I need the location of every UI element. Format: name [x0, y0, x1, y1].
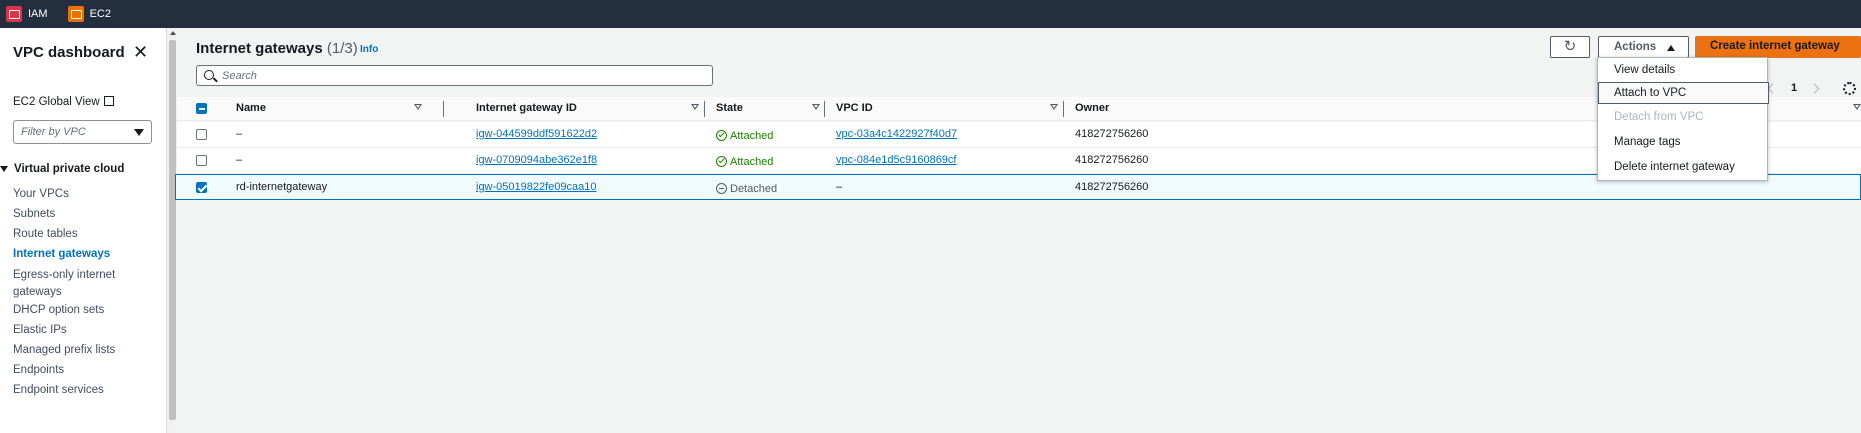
sidebar-item-egress-only-internet-gateways[interactable]: Egress-only internet gateways [13, 267, 123, 301]
row-checkbox[interactable] [196, 155, 207, 166]
sort-icon[interactable] [1853, 104, 1861, 110]
sidebar-section-label: Virtual private cloud [14, 163, 125, 175]
page-title: Internet gateways (1/3) [196, 40, 358, 57]
column-divider[interactable] [1063, 101, 1064, 117]
scrollbar-thumb[interactable] [169, 40, 176, 420]
sidebar-scrollbar[interactable] [167, 28, 177, 433]
select-all-checkbox[interactable] [196, 103, 207, 114]
sidebar-item-route-tables[interactable]: Route tables [13, 226, 158, 243]
cell-gateway-id-link[interactable]: igw-044599ddf591622d2 [476, 128, 597, 140]
service-shortcut-ec2[interactable]: EC2 [67, 6, 111, 22]
search-input[interactable]: Search [196, 65, 713, 86]
sidebar-item-internet-gateways[interactable]: Internet gateways [13, 246, 158, 263]
cell-owner: 418272756260 [1075, 181, 1149, 193]
column-header-internet-gateway-id[interactable]: Internet gateway ID [476, 102, 699, 114]
sidebar-item-managed-prefix-lists[interactable]: Managed prefix lists [13, 342, 158, 359]
create-internet-gateway-button[interactable]: Create internet gateway [1695, 36, 1861, 58]
menu-item-delete-internet-gateway[interactable]: Delete internet gateway [1598, 157, 1769, 179]
actions-button-label: Actions [1614, 41, 1657, 53]
sidebar: VPC dashboard ✕ EC2 Global View Filter b… [0, 28, 167, 433]
caret-down-icon [0, 166, 8, 172]
column-header-name[interactable]: Name [236, 102, 422, 114]
cell-name: – [236, 154, 243, 166]
row-checkbox[interactable] [196, 129, 207, 140]
cell-name: rd-internetgateway [236, 181, 328, 193]
refresh-button[interactable]: ↻ [1550, 36, 1590, 58]
sidebar-section-virtual-private-cloud[interactable]: Virtual private cloud [0, 163, 124, 175]
column-divider[interactable] [443, 101, 444, 117]
caret-up-icon [1667, 45, 1675, 51]
sort-icon[interactable] [691, 104, 699, 110]
top-navigation-bar: IAM EC2 [0, 0, 1861, 28]
column-divider[interactable] [824, 101, 825, 117]
sidebar-item-endpoints[interactable]: Endpoints [13, 362, 158, 379]
close-icon[interactable]: ✕ [133, 42, 148, 63]
success-check-icon [716, 156, 727, 167]
column-divider[interactable] [704, 101, 705, 117]
cell-vpc-id-link[interactable]: vpc-03a4c1422927f40d7 [836, 128, 957, 140]
sort-icon[interactable] [414, 104, 422, 110]
cell-gateway-id-link[interactable]: igw-0709094abe362e1f8 [476, 154, 597, 166]
external-link-icon [103, 96, 114, 106]
menu-item-attach-to-vpc[interactable]: Attach to VPC [1598, 82, 1769, 104]
ec2-icon [67, 6, 84, 22]
cell-vpc-id: – [836, 181, 843, 193]
menu-item-view-details[interactable]: View details [1598, 60, 1769, 82]
service-shortcut-label: EC2 [89, 8, 111, 20]
sidebar-item-your-vpcs[interactable]: Your VPCs [13, 186, 158, 203]
column-header-state[interactable]: State [716, 102, 820, 114]
row-checkbox[interactable] [196, 182, 207, 193]
selection-count: (1/3) [326, 40, 358, 57]
filter-by-vpc-select[interactable]: Filter by VPC [13, 120, 152, 144]
ec2-global-view-label: EC2 Global View [13, 96, 100, 108]
column-header-vpc-id[interactable]: VPC ID [836, 102, 1058, 114]
sidebar-item-elastic-ips[interactable]: Elastic IPs [13, 322, 158, 339]
iam-icon [6, 6, 22, 22]
column-header-owner[interactable]: Owner [1075, 102, 1861, 114]
filter-by-vpc-placeholder: Filter by VPC [21, 126, 86, 138]
sidebar-item-dhcp-option-sets[interactable]: DHCP option sets [13, 302, 158, 319]
sort-icon[interactable] [812, 104, 820, 110]
cell-state: Attached [716, 128, 773, 142]
service-shortcut-label: IAM [28, 8, 48, 20]
scroll-up-icon[interactable] [170, 31, 176, 35]
cell-gateway-id-link[interactable]: igw-05019822fe09caa10 [476, 181, 597, 193]
cell-state: Attached [716, 154, 773, 168]
chevron-left-icon[interactable] [1767, 83, 1778, 94]
search-placeholder: Search [222, 70, 257, 82]
column-header-label: State [716, 102, 743, 114]
search-icon [204, 70, 214, 80]
menu-item-detach-from-vpc: Detach from VPC [1614, 111, 1704, 123]
ec2-global-view-link[interactable]: EC2 Global View [13, 95, 114, 108]
page-title-text: Internet gateways [196, 40, 323, 57]
cell-owner: 418272756260 [1075, 128, 1149, 140]
cell-owner: 418272756260 [1075, 154, 1149, 166]
sidebar-item-endpoint-services[interactable]: Endpoint services [13, 382, 158, 399]
stopped-icon [716, 183, 727, 194]
caret-down-icon [134, 129, 144, 136]
sort-icon[interactable] [1050, 104, 1058, 110]
actions-dropdown-menu: View details Attach to VPC Detach from V… [1597, 57, 1769, 181]
page-number[interactable]: 1 [1791, 82, 1797, 94]
cell-name: – [236, 128, 243, 140]
column-header-label: VPC ID [836, 102, 873, 114]
column-header-label: Internet gateway ID [476, 102, 577, 114]
actions-button[interactable]: Actions [1598, 36, 1689, 58]
sidebar-title: VPC dashboard [13, 44, 125, 61]
refresh-icon: ↻ [1563, 38, 1577, 55]
info-link[interactable]: Info [360, 44, 378, 55]
chevron-right-icon[interactable] [1809, 83, 1820, 94]
menu-item-manage-tags[interactable]: Manage tags [1598, 132, 1769, 154]
cell-vpc-id-link[interactable]: vpc-084e1d5c9160869cf [836, 154, 956, 166]
state-label: Detached [730, 183, 778, 195]
sidebar-item-subnets[interactable]: Subnets [13, 206, 158, 223]
column-header-label: Owner [1075, 102, 1110, 114]
column-header-label: Name [236, 102, 266, 114]
cell-state: Detached [716, 181, 777, 195]
service-shortcut-iam[interactable]: IAM [6, 6, 48, 22]
gear-icon[interactable] [1843, 82, 1856, 95]
state-label: Attached [730, 156, 774, 168]
state-label: Attached [730, 130, 774, 142]
success-check-icon [716, 130, 727, 141]
